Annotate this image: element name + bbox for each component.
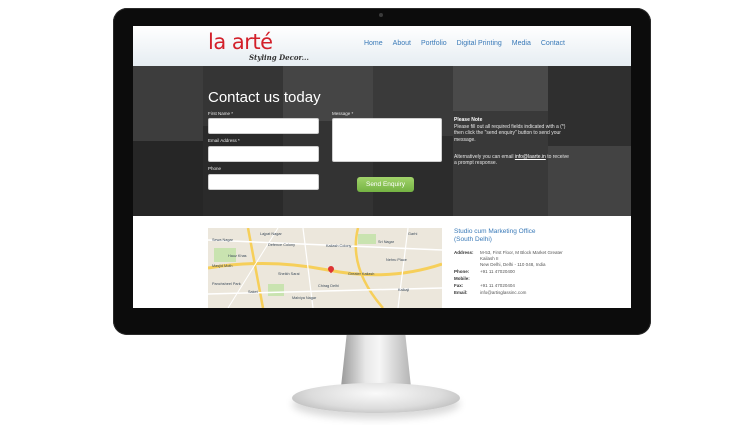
map-label: Sri Nagar — [378, 240, 395, 244]
nav-digital-printing[interactable]: Digital Printing — [457, 40, 502, 47]
address-line2: Kailash II — [480, 256, 499, 261]
map-label: Malviya Nagar — [292, 296, 317, 300]
message-textarea[interactable] — [332, 118, 442, 162]
nav-contact[interactable]: Contact — [541, 40, 565, 47]
phone-detail-label: Phone: — [454, 269, 470, 274]
email-row: Email: info@artisglassinc.com — [454, 290, 526, 295]
monitor-stand-base — [292, 383, 460, 413]
email-input[interactable] — [208, 146, 319, 162]
background-photo — [133, 141, 203, 216]
address-label: Address: — [454, 250, 474, 255]
send-enquiry-button[interactable]: Send Enquiry — [357, 177, 414, 192]
site-header: la arté Styling Decor... Home About Port… — [133, 26, 631, 66]
alt-email-link[interactable]: info@laarte.in — [515, 154, 546, 160]
address-line1: M-53, First Floor, M Block Market Greate… — [480, 250, 563, 255]
map-label: Kailash Colony — [326, 244, 352, 248]
nav-media[interactable]: Media — [512, 40, 531, 47]
contact-band: Contact us today First Name * Email Addr… — [133, 66, 631, 216]
screen: la arté Styling Decor... Home About Port… — [133, 26, 631, 308]
mobile-row: Mobile: — [454, 276, 480, 281]
phone-label: Phone — [208, 166, 222, 171]
map-label: Garhi — [408, 232, 418, 236]
background-photo — [133, 66, 203, 141]
email-label: Email Address * — [208, 138, 240, 143]
map-label: Greater Kailash — [348, 272, 375, 276]
map-label: Kalkaji — [398, 288, 410, 292]
nav-home[interactable]: Home — [364, 40, 383, 47]
address-row: Address: M-53, First Floor, M Block Marke… — [454, 250, 563, 255]
map-label: Chirag Delhi — [318, 284, 339, 288]
first-name-label: First Name * — [208, 111, 234, 116]
office-title-line2: (South Delhi) — [454, 236, 492, 243]
email-value[interactable]: info@artisglassinc.com — [480, 290, 526, 295]
background-photo — [453, 66, 548, 111]
address-row: Kailash II — [454, 256, 499, 261]
map[interactable]: Lajpat Nagar Sewa Nagar Defence Colony K… — [208, 228, 442, 308]
map-label: Sheikh Sarai — [278, 272, 300, 276]
office-title: Studio cum Marketing Office (South Delhi) — [454, 228, 536, 244]
map-roads — [208, 228, 442, 308]
camera-dot — [379, 13, 383, 17]
map-label: Lajpat Nagar — [260, 232, 282, 236]
note-text: Please fill out all required fields indi… — [454, 124, 566, 143]
logo[interactable]: la arté — [208, 30, 273, 54]
alt-contact-text: Alternatively you can email info@laarte.… — [454, 154, 572, 167]
message-label: Message * — [332, 111, 354, 116]
office-title-line1: Studio cum Marketing Office — [454, 228, 536, 235]
map-label: Defence Colony — [268, 243, 296, 247]
mobile-label: Mobile: — [454, 276, 470, 281]
address-row: New Delhi, Delhi - 110 048, India — [454, 262, 545, 267]
email-detail-label: Email: — [454, 290, 468, 295]
map-label: Masjid Moth — [212, 264, 233, 268]
tagline: Styling Decor... — [249, 53, 309, 62]
fax-row: Fax: +91 11 47020404 — [454, 283, 515, 288]
map-label: Nehru Place — [386, 258, 407, 262]
phone-value: +91 11 47020400 — [480, 269, 515, 274]
main-nav: Home About Portfolio Digital Printing Me… — [354, 40, 565, 47]
map-label: Sewa Nagar — [212, 238, 233, 242]
alt-prefix: Alternatively you can email — [454, 154, 515, 160]
nav-portfolio[interactable]: Portfolio — [421, 40, 447, 47]
monitor-stand-neck — [341, 335, 411, 387]
office-section: Lajpat Nagar Sewa Nagar Defence Colony K… — [133, 216, 631, 308]
phone-input[interactable] — [208, 174, 319, 190]
address-line3: New Delhi, Delhi - 110 048, India — [480, 262, 546, 267]
contact-title: Contact us today — [208, 89, 321, 106]
note-title: Please Note — [454, 117, 483, 123]
first-name-input[interactable] — [208, 118, 319, 134]
fax-value: +91 11 47020404 — [480, 283, 515, 288]
fax-label: Fax: — [454, 283, 464, 288]
map-label: Panchsheel Park — [212, 282, 241, 286]
map-label: Hauz Khas — [228, 254, 247, 258]
monitor-frame: la arté Styling Decor... Home About Port… — [113, 8, 651, 335]
nav-about[interactable]: About — [393, 40, 411, 47]
phone-row: Phone: +91 11 47020400 — [454, 269, 515, 274]
map-label: Saket — [248, 290, 258, 294]
